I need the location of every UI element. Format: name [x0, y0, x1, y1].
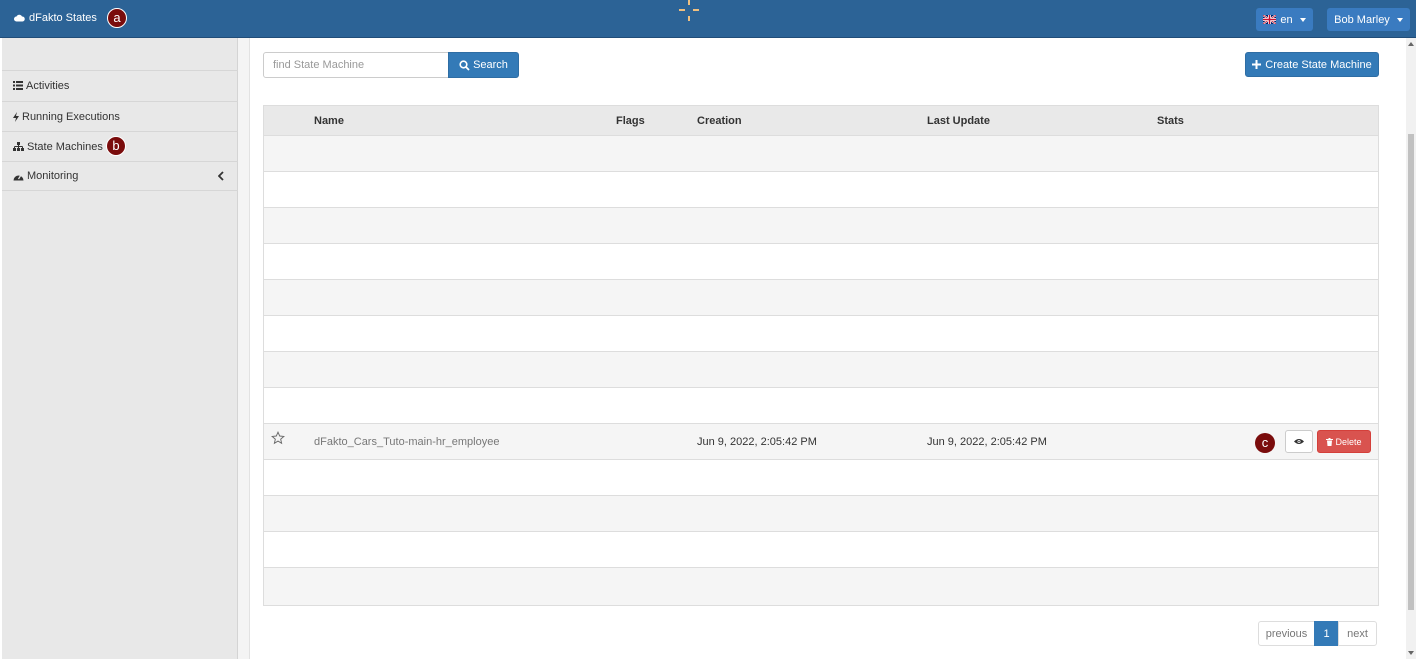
content-gutter [238, 38, 250, 659]
user-name: Bob Marley [1334, 13, 1390, 26]
sidebar-item-activities[interactable]: Activities [2, 70, 238, 100]
delete-button[interactable]: Delete [1317, 430, 1371, 453]
cloud-icon [14, 14, 25, 22]
annotation-marker-a: a [107, 8, 127, 28]
row-name[interactable]: dFakto_Cars_Tuto-main-hr_employee [314, 436, 499, 448]
row-last-update: Jun 9, 2022, 2:05:42 PM [927, 436, 1047, 448]
column-header-creation: Creation [697, 115, 742, 127]
language-dropdown[interactable]: en [1256, 8, 1313, 31]
annotation-marker-b: b [106, 136, 126, 156]
create-button-label: Create State Machine [1265, 58, 1372, 71]
create-state-machine-button[interactable]: Create State Machine [1245, 52, 1379, 77]
sidebar-item-label: State Machines [27, 140, 103, 153]
table-row-empty [264, 496, 1378, 532]
star-icon[interactable] [271, 431, 285, 445]
table-row-empty [264, 208, 1378, 244]
top-navbar: dFakto States a en Bob Marley [0, 0, 1416, 38]
brand-link[interactable]: dFakto States [14, 12, 97, 24]
column-header-flags: Flags [616, 115, 645, 127]
pagination-previous[interactable]: previous [1258, 621, 1315, 646]
table-header: Name Flags Creation Last Update Stats [264, 106, 1378, 136]
sidebar-item-label: Activities [26, 79, 70, 92]
search-icon [459, 59, 470, 71]
trash-icon [1326, 437, 1334, 446]
sidebar-item-label: Running Executions [22, 110, 120, 123]
table-row[interactable]: dFakto_Cars_Tuto-main-hr_employee Jun 9,… [264, 424, 1378, 460]
table-row-empty [264, 532, 1378, 568]
pagination-next[interactable]: next [1338, 621, 1377, 646]
column-header-name: Name [314, 115, 344, 127]
table-row-empty [264, 172, 1378, 208]
sitemap-icon [13, 142, 24, 151]
language-label: en [1280, 13, 1293, 26]
scrollbar-thumb[interactable] [1408, 134, 1414, 610]
vertical-scrollbar[interactable] [1406, 38, 1416, 659]
brand-title: dFakto States [29, 12, 97, 24]
column-header-last-update: Last Update [927, 115, 990, 127]
table-row-empty [264, 388, 1378, 424]
pagination: previous 1 next [1258, 621, 1377, 646]
sidebar: Activities Running Executions State Mach… [2, 38, 238, 659]
caret-down-icon [1396, 17, 1403, 22]
table-row-empty [264, 352, 1378, 388]
state-machines-table: Name Flags Creation Last Update Stats dF… [263, 105, 1379, 606]
sidebar-item-label: Monitoring [27, 170, 79, 182]
sidebar-item-monitoring[interactable]: Monitoring [2, 161, 238, 191]
scroll-down-arrow-icon[interactable] [1408, 651, 1414, 655]
sidebar-item-state-machines[interactable]: State Machines b [2, 131, 238, 161]
delete-button-label: Delete [1335, 436, 1362, 447]
annotation-marker-c: c [1255, 433, 1275, 453]
search-input[interactable] [263, 52, 449, 78]
dashboard-icon [13, 174, 24, 180]
chevron-left-icon[interactable] [218, 171, 224, 181]
table-row-empty [264, 568, 1378, 605]
view-button[interactable] [1285, 430, 1313, 453]
scroll-up-arrow-icon[interactable] [1408, 42, 1414, 46]
list-icon [13, 81, 23, 90]
uk-flag-icon [1263, 15, 1277, 24]
sidebar-item-running-executions[interactable]: Running Executions [2, 101, 238, 131]
table-row-empty [264, 280, 1378, 316]
table-row-empty [264, 136, 1378, 172]
plus-icon [1252, 60, 1262, 69]
search-button[interactable]: Search [448, 52, 519, 78]
bolt-icon [13, 111, 19, 122]
search-button-label: Search [473, 59, 508, 71]
eye-icon [1294, 439, 1304, 444]
table-row-empty [264, 460, 1378, 496]
user-menu-dropdown[interactable]: Bob Marley [1327, 8, 1410, 31]
table-row-empty [264, 316, 1378, 352]
table-row-empty [264, 244, 1378, 280]
caret-down-icon [1299, 17, 1306, 22]
row-creation: Jun 9, 2022, 2:05:42 PM [697, 436, 817, 448]
column-header-stats: Stats [1157, 115, 1184, 127]
cursor-crosshair-icon [679, 0, 699, 21]
pagination-page-current[interactable]: 1 [1314, 621, 1339, 646]
